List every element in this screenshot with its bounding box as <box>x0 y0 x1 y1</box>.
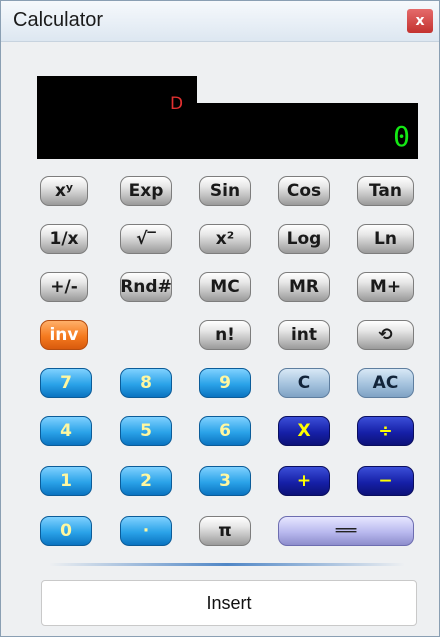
digit-3-button[interactable]: 3 <box>199 466 251 496</box>
digit-9-button[interactable]: 9 <box>199 368 251 398</box>
log-button[interactable]: Log <box>278 224 330 254</box>
tan-button[interactable]: Tan <box>357 176 414 206</box>
digit-4-button[interactable]: 4 <box>40 416 92 446</box>
sin-button[interactable]: Sin <box>199 176 251 206</box>
ln-button[interactable]: Ln <box>357 224 414 254</box>
calculator-display: D 0 <box>37 76 418 159</box>
angle-mode-indicator: D <box>170 94 184 114</box>
digit-6-button[interactable]: 6 <box>199 416 251 446</box>
random-button[interactable]: Rnd# <box>120 272 172 302</box>
memory-recall-button[interactable]: MR <box>278 272 330 302</box>
add-button[interactable]: + <box>278 466 330 496</box>
factorial-button[interactable]: n! <box>199 320 251 350</box>
memory-add-button[interactable]: M+ <box>357 272 414 302</box>
clear-button[interactable]: C <box>278 368 330 398</box>
all-clear-button[interactable]: AC <box>357 368 414 398</box>
digit-2-button[interactable]: 2 <box>120 466 172 496</box>
power-button[interactable]: xʸ <box>40 176 88 206</box>
digit-8-button[interactable]: 8 <box>120 368 172 398</box>
insert-button[interactable]: Insert <box>41 580 417 626</box>
square-button[interactable]: x² <box>199 224 251 254</box>
inverse-button[interactable]: inv <box>40 320 88 350</box>
title-bar: Calculator x <box>1 1 439 42</box>
exp-button[interactable]: Exp <box>120 176 172 206</box>
display-notch <box>197 76 418 103</box>
integer-button[interactable]: int <box>278 320 330 350</box>
close-button[interactable]: x <box>407 9 433 33</box>
divide-button[interactable]: ÷ <box>357 416 414 446</box>
cos-button[interactable]: Cos <box>278 176 330 206</box>
decimal-point-button[interactable]: · <box>120 516 172 546</box>
multiply-button[interactable]: X <box>278 416 330 446</box>
subtract-button[interactable]: − <box>357 466 414 496</box>
negate-button[interactable]: +/- <box>40 272 88 302</box>
window-title: Calculator <box>13 9 104 31</box>
display-value: 0 <box>393 120 410 153</box>
backspace-button[interactable]: ⟲ <box>357 320 414 350</box>
calculator-window: Calculator x D 0 xʸ Exp Sin Cos Tan 1/x … <box>0 0 440 637</box>
pi-button[interactable]: π <box>199 516 251 546</box>
equals-button[interactable]: ══ <box>278 516 414 546</box>
sqrt-button[interactable]: √‾ <box>120 224 172 254</box>
digit-5-button[interactable]: 5 <box>120 416 172 446</box>
reciprocal-button[interactable]: 1/x <box>40 224 88 254</box>
digit-0-button[interactable]: 0 <box>40 516 92 546</box>
memory-clear-button[interactable]: MC <box>199 272 251 302</box>
digit-7-button[interactable]: 7 <box>40 368 92 398</box>
digit-1-button[interactable]: 1 <box>40 466 92 496</box>
divider-line <box>49 563 405 566</box>
